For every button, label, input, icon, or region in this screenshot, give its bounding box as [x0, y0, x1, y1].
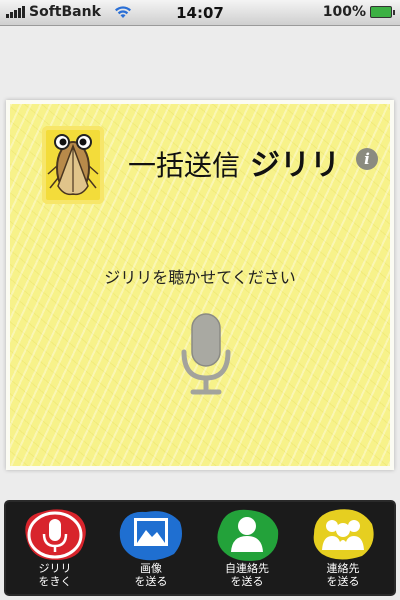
main-card: 一括送信 ジリリ i ジリリを聴かせてください: [6, 100, 394, 470]
group-icon: [313, 509, 374, 560]
image-icon: [119, 511, 182, 561]
send-contacts-label: 連絡先 を送る: [326, 562, 360, 588]
info-icon[interactable]: i: [356, 148, 378, 170]
page-title: 一括送信 ジリリ: [128, 140, 340, 184]
battery-percent: 100%: [322, 4, 366, 20]
listen-button-label: ジリリ をきく: [38, 562, 72, 588]
microphone-icon: [25, 509, 86, 560]
person-icon: [217, 509, 279, 561]
battery-icon: [370, 6, 395, 18]
bottom-toolbar: ジリリ をきく 画像 を送る 自連絡先 を送る 連絡先 を送る: [6, 502, 394, 594]
cicada-icon: [47, 134, 99, 196]
listen-button[interactable]: ジリリ をきく: [8, 502, 102, 594]
battery-indicator: 100%: [322, 4, 395, 20]
brand-name: ジリリ: [250, 148, 341, 183]
listen-prompt: ジリリを聴かせてください: [104, 268, 296, 287]
send-image-button[interactable]: 画像 を送る: [104, 502, 198, 594]
microphone-icon[interactable]: [178, 312, 234, 398]
send-my-contact-button[interactable]: 自連絡先 を送る: [200, 502, 294, 594]
send-contacts-button[interactable]: 連絡先 を送る: [296, 502, 390, 594]
status-bar: SoftBank 14:07 100%: [0, 0, 400, 26]
send-my-contact-label: 自連絡先 を送る: [225, 562, 269, 588]
cicada-logo: [42, 126, 104, 204]
send-image-label: 画像 を送る: [134, 562, 168, 588]
title-text: 一括送信: [128, 149, 241, 182]
